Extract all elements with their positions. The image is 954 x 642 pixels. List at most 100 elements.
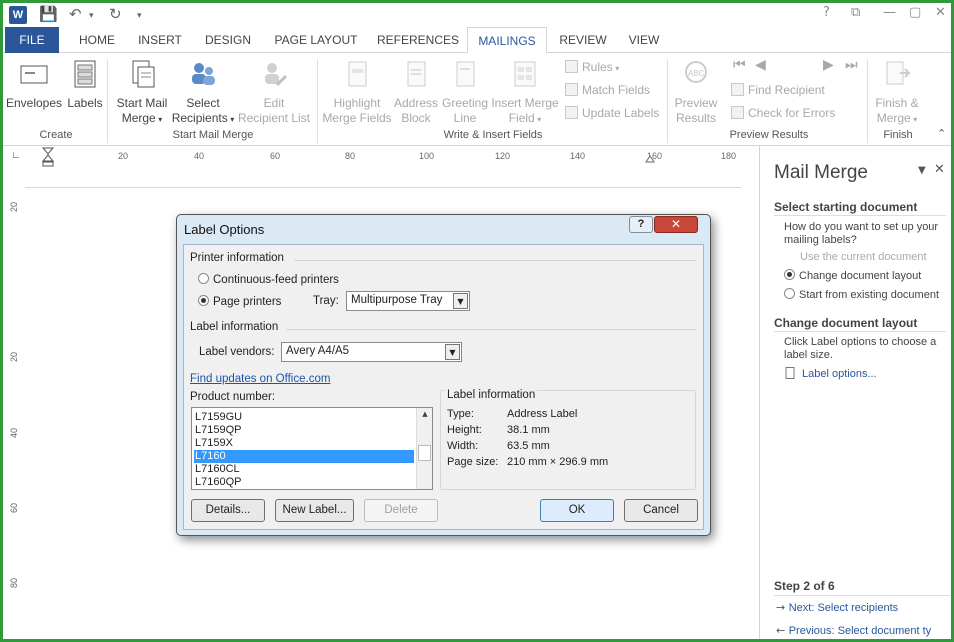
check-errors-button[interactable]: Check for Errors: [731, 106, 835, 120]
title-bar: W 💾 ↶ ▾ ↻ ▾ ? ⧉ — ▢ ✕: [3, 3, 951, 27]
label-vendors-select[interactable]: Avery A4/A5 ▼: [281, 342, 462, 362]
update-labels-button[interactable]: Update Labels: [565, 106, 659, 120]
start-mail-merge-label-1: Start Mail: [116, 96, 168, 110]
edit-recipients-icon: [265, 63, 288, 87]
new-label-button[interactable]: New Label...: [275, 499, 354, 522]
printer-information-heading: Printer information: [190, 252, 284, 264]
preview-results-button[interactable]: ABC Preview Results: [671, 59, 721, 126]
rules-icon: [565, 60, 578, 73]
cancel-button[interactable]: Cancel: [624, 499, 698, 522]
tab-file[interactable]: FILE: [5, 27, 59, 53]
finish-merge-icon: [886, 61, 911, 85]
collapse-ribbon-icon[interactable]: ⌃: [937, 127, 946, 140]
select-recipients-button[interactable]: Select Recipients ▾: [171, 59, 235, 127]
start-mail-merge-button[interactable]: Start Mail Merge ▾: [113, 59, 171, 127]
details-button[interactable]: Details...: [191, 499, 265, 522]
list-item[interactable]: L7159GU: [194, 411, 414, 424]
redo-icon[interactable]: ↻: [109, 5, 122, 23]
dialog-title: Label Options: [184, 222, 265, 237]
maximize-icon[interactable]: ▢: [909, 5, 921, 20]
ribbon-display-icon[interactable]: ⧉: [851, 5, 860, 20]
next-step-link[interactable]: → Next: Select recipients: [776, 601, 898, 614]
ruler-tick: 20: [118, 151, 129, 161]
tray-select[interactable]: Multipurpose Tray ▼: [346, 291, 470, 311]
highlight-fields-icon: [348, 61, 367, 87]
match-fields-button[interactable]: Match Fields: [565, 83, 650, 97]
scroll-up-icon[interactable]: ▲: [417, 408, 432, 420]
next-record-icon[interactable]: ▶: [823, 57, 834, 73]
dialog-help-button[interactable]: ?: [629, 216, 653, 233]
rules-button[interactable]: Rules ▾: [565, 60, 619, 74]
envelopes-label: Envelopes: [5, 96, 63, 110]
page-top-border: [25, 187, 741, 188]
ok-button[interactable]: OK: [540, 499, 614, 522]
tab-stop-icon[interactable]: ∟: [11, 150, 21, 161]
minimize-icon[interactable]: —: [883, 5, 896, 20]
edit-recipient-label-2: Recipient List: [237, 111, 311, 125]
address-label-1: Address: [393, 96, 439, 110]
list-item[interactable]: L7160CL: [194, 463, 414, 476]
preview-results-icon: ABC: [685, 61, 707, 83]
last-record-icon[interactable]: ⏭: [845, 57, 858, 73]
undo-dropdown-icon[interactable]: ▾: [89, 11, 94, 21]
greeting-line-button[interactable]: Greeting Line: [439, 59, 491, 126]
previous-step-link[interactable]: ← Previous: Select document ty: [776, 624, 931, 637]
tab-view[interactable]: VIEW: [619, 27, 669, 53]
finish-label-1: Finish &: [875, 96, 919, 110]
find-recipient-button[interactable]: Find Recipient: [731, 83, 825, 97]
list-scrollbar[interactable]: ▲: [416, 408, 432, 489]
close-icon[interactable]: ✕: [935, 5, 946, 20]
edit-recipient-list-button[interactable]: Edit Recipient List: [235, 59, 313, 126]
option-start-existing[interactable]: Start from existing document: [784, 288, 951, 302]
find-updates-link[interactable]: Find updates on Office.com: [190, 373, 330, 385]
right-indent-icon[interactable]: [645, 155, 655, 163]
highlight-merge-fields-button[interactable]: Highlight Merge Fields: [321, 59, 393, 126]
envelopes-button[interactable]: Envelopes: [5, 59, 63, 111]
list-item[interactable]: L7159X: [194, 437, 414, 450]
section-change-document-layout: Change document layout: [774, 316, 946, 332]
radio-page-printers[interactable]: [198, 295, 209, 306]
tab-references[interactable]: REFERENCES: [375, 27, 461, 53]
list-item-selected[interactable]: L7160: [194, 450, 414, 463]
ribbon-tabs: FILE HOME INSERT DESIGN PAGE LAYOUT REFE…: [3, 27, 951, 54]
radio-continuous-feed[interactable]: [198, 273, 209, 284]
label-options-link[interactable]: Label options...: [784, 367, 877, 380]
save-icon[interactable]: 💾: [39, 5, 58, 23]
option-change-layout[interactable]: Change document layout: [784, 269, 946, 283]
indent-marker-icon[interactable]: [41, 147, 55, 167]
tab-review[interactable]: REVIEW: [555, 27, 611, 53]
pane-close-icon[interactable]: ✕: [934, 162, 945, 177]
divider: [286, 329, 696, 330]
scroll-thumb[interactable]: [418, 445, 431, 461]
rules-label: Rules: [582, 60, 613, 74]
pane-options-icon[interactable]: ▼: [918, 165, 926, 176]
address-block-button[interactable]: Address Block: [391, 59, 441, 126]
word-window: W 💾 ↶ ▾ ↻ ▾ ? ⧉ — ▢ ✕ FILE HOME INSERT D…: [0, 0, 954, 642]
tray-value: Multipurpose Tray: [351, 294, 443, 306]
help-icon[interactable]: ?: [823, 5, 830, 20]
delete-button[interactable]: Delete: [364, 499, 438, 522]
tab-insert[interactable]: INSERT: [131, 27, 189, 53]
tab-mailings[interactable]: MAILINGS: [467, 27, 547, 54]
undo-icon[interactable]: ↶: [69, 5, 82, 23]
finish-merge-button[interactable]: Finish & Merge ▾: [869, 59, 925, 127]
list-item[interactable]: L7159QP: [194, 424, 414, 437]
dialog-close-button[interactable]: ✕: [654, 216, 698, 233]
radio-change-layout[interactable]: [784, 269, 795, 280]
page-printers-option[interactable]: Page printers: [198, 295, 281, 308]
continuous-feed-option[interactable]: Continuous-feed printers: [198, 273, 339, 286]
match-fields-label: Match Fields: [582, 83, 651, 97]
previous-record-icon[interactable]: ◀: [755, 57, 766, 73]
arrow-left-icon: ←: [776, 624, 789, 637]
dialog-body: Printer information Continuous-feed prin…: [183, 244, 704, 530]
tab-page-layout[interactable]: PAGE LAYOUT: [267, 27, 365, 53]
customize-icon[interactable]: ▾: [137, 11, 142, 21]
radio-start-existing[interactable]: [784, 288, 795, 299]
tab-home[interactable]: HOME: [69, 27, 125, 53]
product-number-list[interactable]: L7159GU L7159QP L7159X L7160 L7160CL L71…: [191, 407, 433, 490]
labels-button[interactable]: Labels: [65, 59, 105, 111]
tab-design[interactable]: DESIGN: [197, 27, 259, 53]
first-record-icon[interactable]: ⏮: [733, 57, 746, 73]
list-item[interactable]: L7160QP: [194, 476, 414, 489]
insert-merge-field-button[interactable]: Insert Merge Field ▾: [489, 59, 561, 127]
